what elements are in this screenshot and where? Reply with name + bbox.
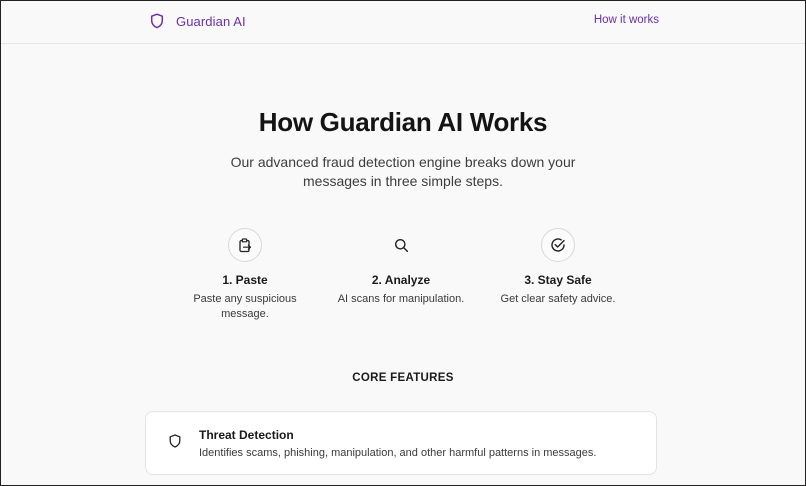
step-title: 3. Stay Safe [524,273,592,287]
nav-link-how-it-works[interactable]: How it works [594,14,659,26]
core-features-heading: CORE FEATURES [352,372,454,384]
feature-card-threat-detection: Threat Detection Identifies scams, phish… [145,411,657,475]
step-title: 1. Paste [222,273,268,287]
step-stay-safe: 3. Stay Safe Get clear safety advice. [488,228,628,307]
search-icon [384,228,418,262]
page-subtitle: Our advanced fraud detection engine brea… [230,154,576,189]
step-description: AI scans for manipulation. [337,293,465,305]
brand-logo[interactable]: Guardian AI [150,13,246,29]
brand-name: Guardian AI [176,13,246,29]
shield-icon [150,13,164,29]
feature-title: Threat Detection [199,428,294,442]
shield-icon [169,434,181,453]
step-description: Get clear safety advice. [500,293,616,305]
check-circle-icon [541,228,575,262]
page-title: How Guardian AI Works [258,107,548,137]
step-analyze: 2. Analyze AI scans for manipulation. [331,228,471,307]
clipboard-icon [228,228,262,262]
step-description: Paste any suspicious message. [193,293,297,320]
step-paste: 1. Paste Paste any suspicious message. [175,228,315,322]
top-navbar: Guardian AI How it works [1,1,805,44]
feature-description: Identifies scams, phishing, manipulation… [199,447,597,459]
step-title: 2. Analyze [371,273,431,287]
